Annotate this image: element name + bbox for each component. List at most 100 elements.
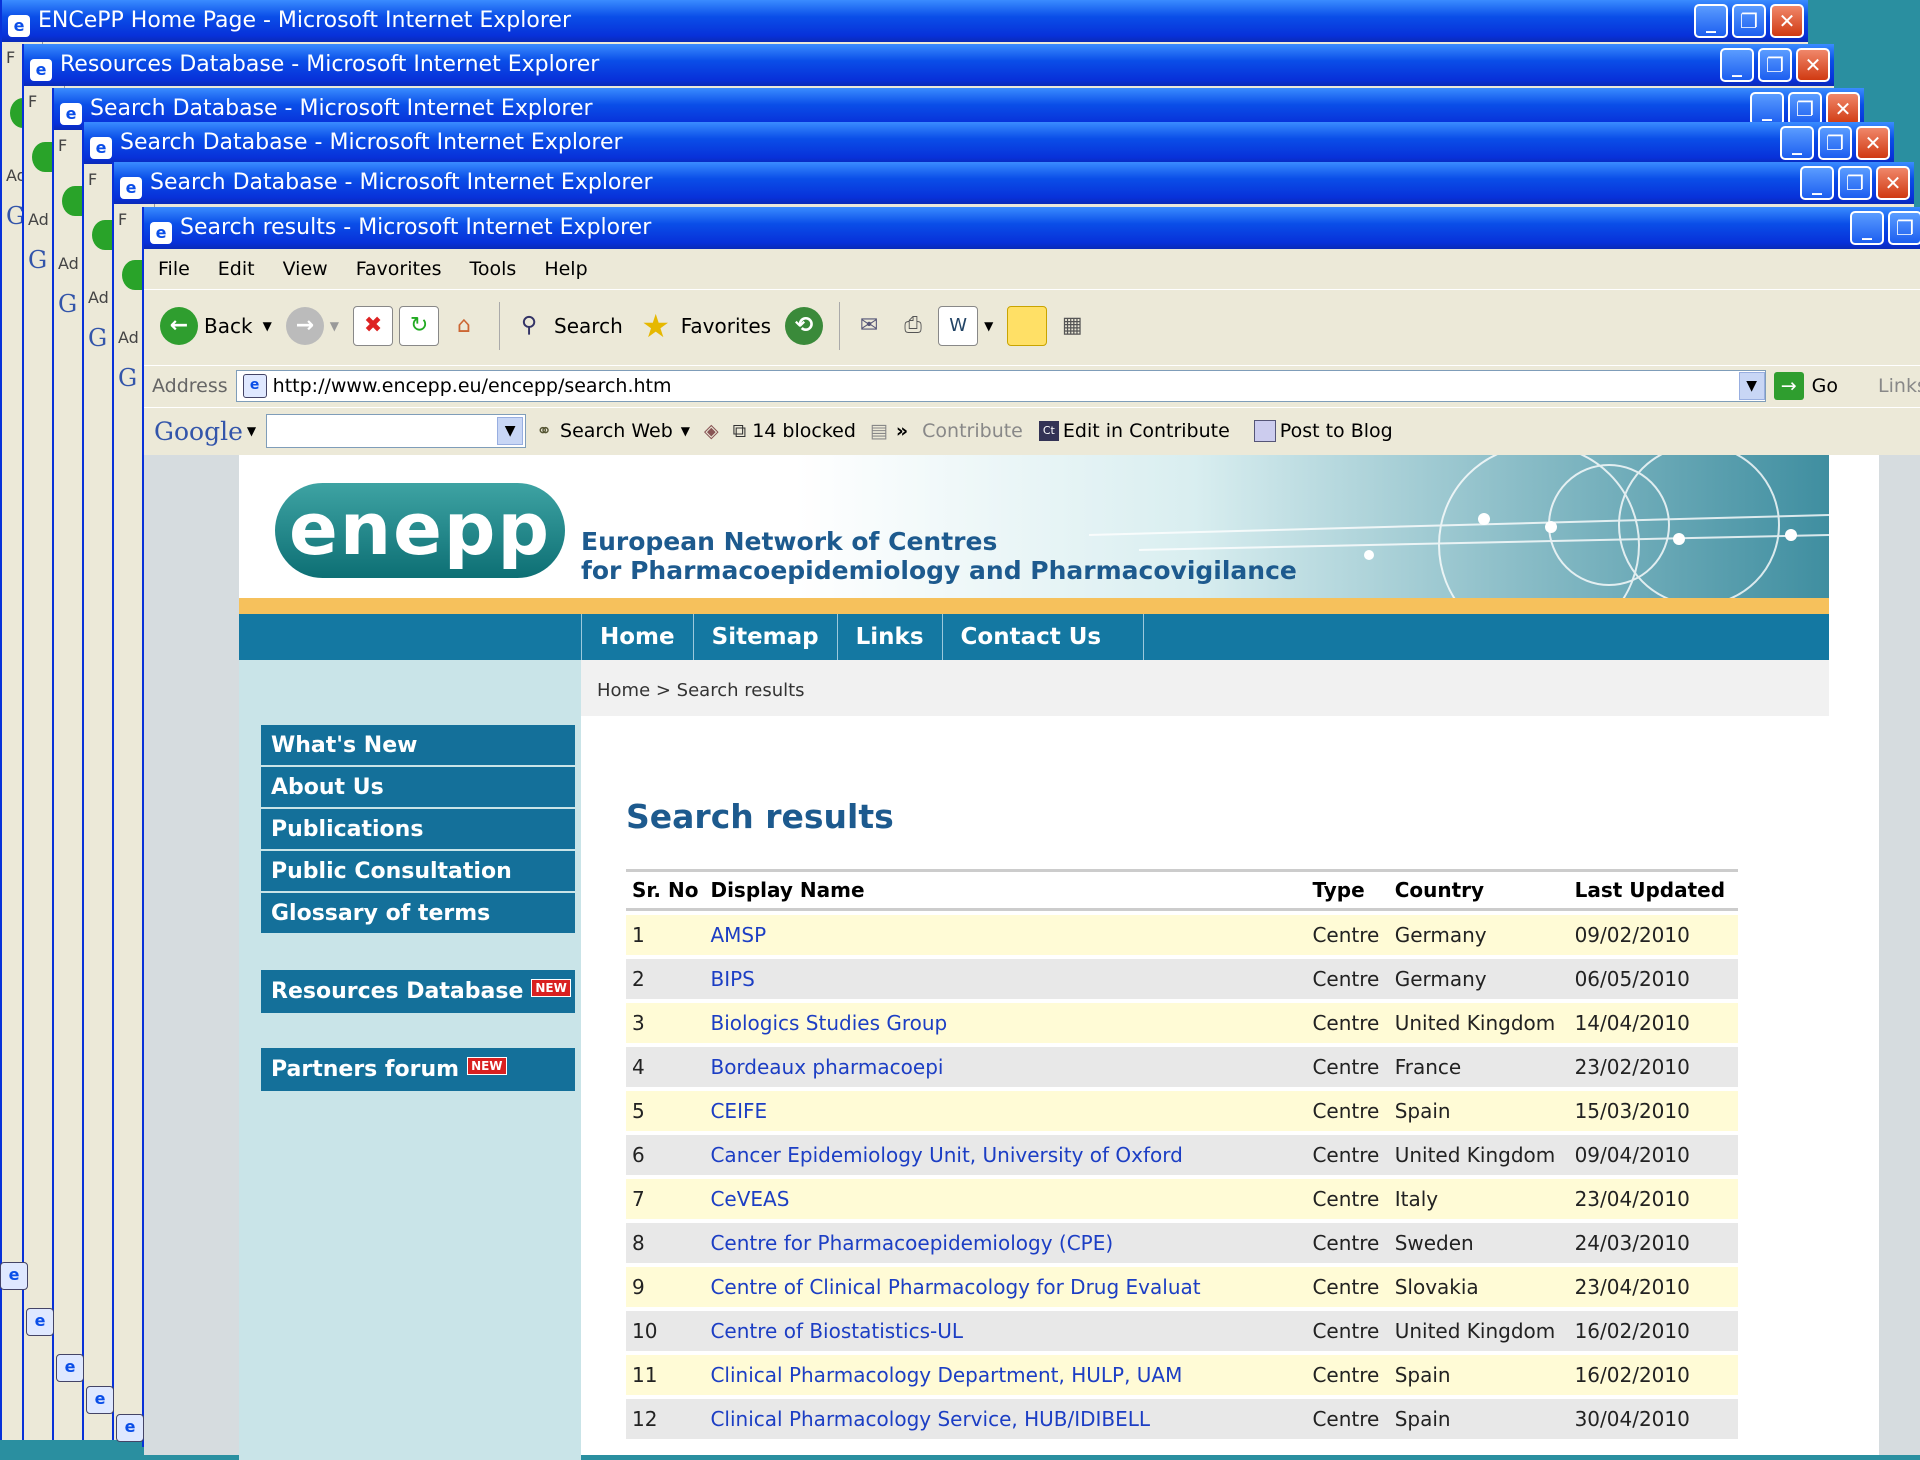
contribute-button[interactable]: Contribute	[922, 420, 1023, 442]
favorites-button[interactable]: ★ Favorites	[637, 307, 771, 345]
search-button[interactable]: ⚲ Search	[510, 307, 623, 345]
restore-icon[interactable]: ❐	[1732, 4, 1766, 38]
breadcrumb[interactable]: Home > Search results	[597, 680, 805, 701]
refresh-icon[interactable]: ↻	[399, 306, 440, 346]
cell-type: Centre	[1306, 1091, 1389, 1131]
mail-icon[interactable]: ✉	[850, 307, 888, 345]
menu-view[interactable]: View	[269, 258, 342, 280]
cell-display-name[interactable]: Centre for Pharmacoepidemiology (CPE)	[704, 1223, 1307, 1263]
minimize-icon[interactable]: _	[1694, 4, 1728, 38]
ie-task-icon[interactable]: e	[56, 1354, 84, 1382]
table-row: 1 AMSP Centre Germany 09/02/2010	[626, 915, 1738, 955]
post-to-blog-button[interactable]: Post to Blog	[1280, 420, 1393, 442]
home-icon[interactable]: ⌂	[445, 307, 483, 345]
go-button[interactable]: Go	[1812, 375, 1838, 397]
nav-links[interactable]: Links	[836, 614, 942, 660]
close-icon[interactable]: ✕	[1856, 126, 1890, 160]
nav-sitemap[interactable]: Sitemap	[692, 614, 837, 660]
cell-display-name[interactable]: Bordeaux pharmacoepi	[704, 1047, 1307, 1087]
minimize-icon[interactable]: _	[1780, 126, 1814, 160]
cell-country: United Kingdom	[1388, 1003, 1569, 1043]
forward-button[interactable]: → ▼	[285, 307, 339, 345]
history-icon[interactable]: ⟲	[785, 307, 824, 345]
google-logo[interactable]: Google	[154, 417, 243, 446]
close-icon[interactable]: ✕	[1826, 92, 1860, 126]
ie-task-icon[interactable]: e	[86, 1386, 114, 1414]
cell-display-name[interactable]: Centre of Clinical Pharmacology for Drug…	[704, 1267, 1307, 1307]
cell-type: Centre	[1306, 915, 1389, 955]
close-icon[interactable]: ✕	[1876, 166, 1910, 200]
cell-sr-no: 5	[626, 1091, 705, 1131]
restore-icon[interactable]: ❐	[1838, 166, 1872, 200]
enepp-logo[interactable]: enepp	[275, 483, 565, 578]
cell-display-name[interactable]: Centre of Biostatistics-UL	[704, 1311, 1307, 1351]
blocked-count[interactable]: 14 blocked	[752, 420, 856, 442]
search-web-dropdown-icon[interactable]: ▼	[681, 424, 690, 438]
ie-task-icon[interactable]: e	[0, 1262, 28, 1290]
cell-display-name[interactable]: BIPS	[704, 959, 1307, 999]
forward-dropdown-icon[interactable]: ▼	[330, 319, 339, 333]
minimize-icon[interactable]: _	[1750, 92, 1784, 126]
links-button[interactable]: Links	[1878, 375, 1920, 397]
menu-favorites[interactable]: Favorites	[342, 258, 456, 280]
cell-display-name[interactable]: CeVEAS	[704, 1179, 1307, 1219]
titlebar-home[interactable]: e ENCePP Home Page - Microsoft Internet E…	[2, 0, 1808, 42]
edit-dropdown-icon[interactable]: ▼	[984, 319, 993, 333]
print-icon[interactable]: ⎙	[894, 307, 932, 345]
titlebar-search-2[interactable]: e Search Database - Microsoft Internet Ex…	[84, 122, 1894, 164]
nav-contact-us[interactable]: Contact Us	[941, 614, 1145, 660]
sidebar-item-partners-forum[interactable]: Partners forum NEW	[261, 1048, 575, 1092]
cell-display-name[interactable]: Cancer Epidemiology Unit, University of …	[704, 1135, 1307, 1175]
cell-last-updated: 24/03/2010	[1568, 1223, 1738, 1263]
address-input[interactable]: e http://www.encepp.eu/encepp/search.htm…	[235, 370, 1766, 402]
minimize-icon[interactable]: _	[1720, 48, 1754, 82]
google-input-dropdown-icon[interactable]: ▼	[497, 417, 524, 445]
sidebar-item-public-consultation[interactable]: Public Consultation	[261, 851, 575, 892]
word-icon[interactable]: W	[938, 306, 979, 346]
back-button[interactable]: ← Back ▼	[160, 307, 272, 345]
autofill-icon[interactable]: ▤	[870, 420, 888, 442]
sidebar-item-publications[interactable]: Publications	[261, 809, 575, 850]
note-icon[interactable]	[1007, 306, 1048, 346]
go-arrow-icon[interactable]: →	[1773, 372, 1804, 400]
address-dropdown-icon[interactable]: ▼	[1738, 372, 1765, 400]
sidebar-item-about-us[interactable]: About Us	[261, 767, 575, 808]
sidebar-item-glossary[interactable]: Glossary of terms	[261, 893, 575, 934]
cell-display-name[interactable]: Biologics Studies Group	[704, 1003, 1307, 1043]
pagerank-icon[interactable]: ◈	[704, 420, 719, 442]
sidebar-item-resources-database[interactable]: Resources Database NEW	[261, 970, 575, 1014]
research-icon[interactable]: ▦	[1053, 307, 1091, 345]
titlebar-search-results[interactable]: e Search results - Microsoft Internet Exp…	[144, 207, 1920, 249]
restore-icon[interactable]: ❐	[1758, 48, 1792, 82]
titlebar-search-3[interactable]: e Search Database - Microsoft Internet Ex…	[114, 162, 1914, 204]
cell-sr-no: 12	[626, 1399, 705, 1439]
minimize-icon[interactable]: _	[1850, 211, 1884, 245]
nav-home[interactable]: Home	[581, 614, 693, 660]
restore-icon[interactable]: ❐	[1818, 126, 1852, 160]
restore-icon[interactable]: ❐	[1788, 92, 1822, 126]
minimize-icon[interactable]: _	[1800, 166, 1834, 200]
cell-display-name[interactable]: Clinical Pharmacology Service, HUB/IDIBE…	[704, 1399, 1307, 1439]
stop-icon[interactable]: ✖	[353, 306, 394, 346]
cell-display-name[interactable]: CEIFE	[704, 1091, 1307, 1131]
close-icon[interactable]: ✕	[1796, 48, 1830, 82]
ie-task-icon[interactable]: e	[116, 1414, 144, 1442]
edit-in-contribute-button[interactable]: Edit in Contribute	[1063, 420, 1230, 442]
google-search-input[interactable]: ▼	[266, 414, 527, 448]
cell-display-name[interactable]: AMSP	[704, 915, 1307, 955]
cell-display-name[interactable]: Clinical Pharmacology Department, HULP, …	[704, 1355, 1307, 1395]
close-icon[interactable]: ✕	[1770, 4, 1804, 38]
restore-icon[interactable]: ❐	[1888, 211, 1920, 245]
menu-edit[interactable]: Edit	[204, 258, 269, 280]
back-dropdown-icon[interactable]: ▼	[263, 319, 272, 333]
cell-last-updated: 06/05/2010	[1568, 959, 1738, 999]
menu-help[interactable]: Help	[530, 258, 601, 280]
ie-task-icon[interactable]: e	[26, 1308, 54, 1336]
menu-tools[interactable]: Tools	[456, 258, 531, 280]
titlebar-resources[interactable]: e Resources Database - Microsoft Internet…	[24, 44, 1834, 86]
sidebar-item-whats-new[interactable]: What's New	[261, 725, 575, 766]
menu-file[interactable]: File	[144, 258, 204, 280]
chevron-more-icon[interactable]: »	[896, 420, 908, 442]
search-web-button[interactable]: Search Web	[560, 420, 673, 442]
google-dropdown-icon[interactable]: ▼	[247, 424, 256, 438]
